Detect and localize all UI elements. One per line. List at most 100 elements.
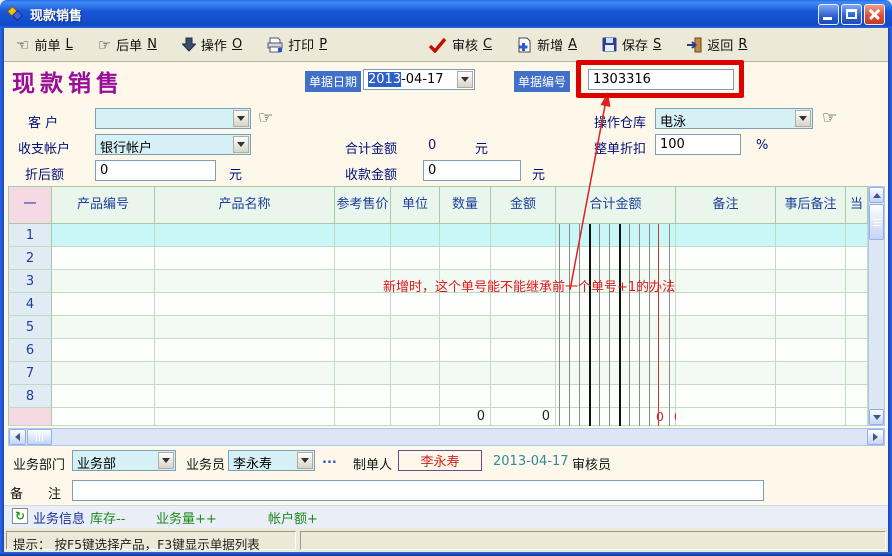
column-header-qty[interactable]: 数量 [440,186,491,224]
after-discount-label: 折后额 [25,164,64,183]
print-button[interactable]: 打印P [267,35,327,54]
warehouse-select[interactable]: 电泳 [655,108,813,129]
column-header-post-remark[interactable]: 事后备注 [776,186,846,224]
horizontal-scroll-thumb[interactable] [27,429,52,445]
table-row[interactable]: 5 [8,316,868,339]
hand-right-icon: ☞ [98,36,111,54]
column-header-total-amount[interactable]: 合计金额 [556,186,676,224]
refresh-icon: ↻ [12,508,28,524]
remark-label-2: 注 [48,483,61,502]
account-dropdown-button[interactable] [233,136,249,153]
close-button[interactable] [864,4,885,25]
audit-button[interactable]: 审核C [428,35,492,54]
chevron-down-icon [301,458,309,463]
salesman-select[interactable]: 李永寿 [228,450,315,471]
remark-label: 备 [10,483,23,502]
customer-select[interactable] [95,108,251,129]
vertical-scrollbar[interactable] [868,186,885,426]
warehouse-value: 电泳 [660,111,686,130]
minimize-button[interactable] [818,4,839,25]
return-button[interactable]: 返回R [686,35,747,54]
table-totals-row: 0 0 0 0 [8,408,868,426]
doc-date-dropdown-button[interactable] [457,71,473,88]
horizontal-scrollbar[interactable] [8,428,885,446]
column-header-remark[interactable]: 备注 [676,186,776,224]
table-row[interactable]: 1 [8,224,868,247]
discount-label: 整单折扣 [594,138,646,157]
column-header-index[interactable]: 一 [8,186,52,224]
column-header-ref-price[interactable]: 参考售价 [335,186,391,224]
title-bar: 现款销售 [0,0,892,28]
status-bar: 提示： 按F5键选择产品，F3键显示单据列表 [4,528,888,552]
row-number[interactable]: 3 [8,270,52,293]
warehouse-lookup-hand-icon[interactable]: ☞ [822,108,837,128]
dept-dropdown-button[interactable] [158,452,174,469]
more-button[interactable]: ... [322,452,337,467]
table-row[interactable]: 8 [8,385,868,408]
receive-amount-input[interactable]: 0 [423,160,521,181]
doc-date-picker[interactable]: 2013-04-17 [363,69,475,90]
maximize-icon [846,9,857,19]
customer-lookup-hand-icon[interactable]: ☞ [258,108,273,128]
business-info-label[interactable]: 业务信息 [33,508,85,527]
audit-label: 审核 [452,35,478,54]
minimize-icon [823,17,832,20]
dept-select[interactable]: 业务部 [72,450,176,471]
row-number[interactable]: 7 [8,362,52,385]
dept-label: 业务部门 [13,454,65,473]
prev-doc-button[interactable]: ☜ 前单L [16,35,73,54]
customer-dropdown-button[interactable] [233,110,249,127]
remark-input[interactable] [72,480,764,501]
chevron-down-icon [162,458,170,463]
new-button[interactable]: 新增A [517,35,577,54]
after-discount-input[interactable]: 0 [95,160,216,181]
row-number[interactable]: 6 [8,339,52,362]
window-title: 现款销售 [30,5,82,24]
column-header-truncated[interactable]: 当 [846,186,868,224]
total-amount-value: 0 [428,138,436,153]
maximize-button[interactable] [841,4,862,25]
discount-input[interactable]: 100 [655,134,741,155]
table-row[interactable]: 7 [8,362,868,385]
account-select[interactable]: 银行帐户 [95,134,251,155]
row-number[interactable]: 1 [8,224,52,247]
total-amount-unit: 元 [475,138,488,157]
row-number[interactable]: 2 [8,247,52,270]
table-row[interactable]: 2 [8,247,868,270]
totals-qty: 0 [477,409,490,424]
salesman-label: 业务员 [186,454,225,473]
column-header-product-code[interactable]: 产品编号 [52,186,155,224]
chevron-down-icon [461,77,469,82]
maker-value-box: 李永寿 [398,450,482,471]
new-label: 新增 [537,35,563,54]
operate-button[interactable]: 操作O [182,35,242,54]
totals-amount: 0 [542,409,555,424]
scroll-up-button[interactable] [869,187,884,203]
scroll-left-button[interactable] [9,429,26,445]
scroll-right-button[interactable] [867,429,884,445]
app-icon [6,6,24,22]
column-header-product-name[interactable]: 产品名称 [155,186,335,224]
scroll-down-button[interactable] [869,409,884,425]
vertical-scroll-thumb[interactable] [869,204,884,240]
column-header-amount[interactable]: 金额 [491,186,556,224]
chevron-down-icon [237,142,245,147]
prev-doc-label: 前单 [34,35,60,54]
table-row[interactable]: 6 [8,339,868,362]
row-number[interactable]: 8 [8,385,52,408]
warehouse-dropdown-button[interactable] [795,110,811,127]
next-doc-button[interactable]: ☞ 后单N [98,35,157,54]
save-button[interactable]: 保存S [602,35,661,54]
doc-no-input[interactable]: 1303316 [588,69,734,90]
business-info-strip [4,505,888,528]
new-doc-icon [517,37,532,53]
table-row[interactable]: 4 [8,293,868,316]
column-header-unit[interactable]: 单位 [391,186,440,224]
row-number[interactable]: 5 [8,316,52,339]
auditor-label: 审核员 [572,454,611,473]
row-number[interactable]: 4 [8,293,52,316]
customer-label: 客 户 [28,112,58,131]
return-label: 返回 [707,35,733,54]
salesman-dropdown-button[interactable] [297,452,313,469]
triangle-up-icon [873,193,881,198]
